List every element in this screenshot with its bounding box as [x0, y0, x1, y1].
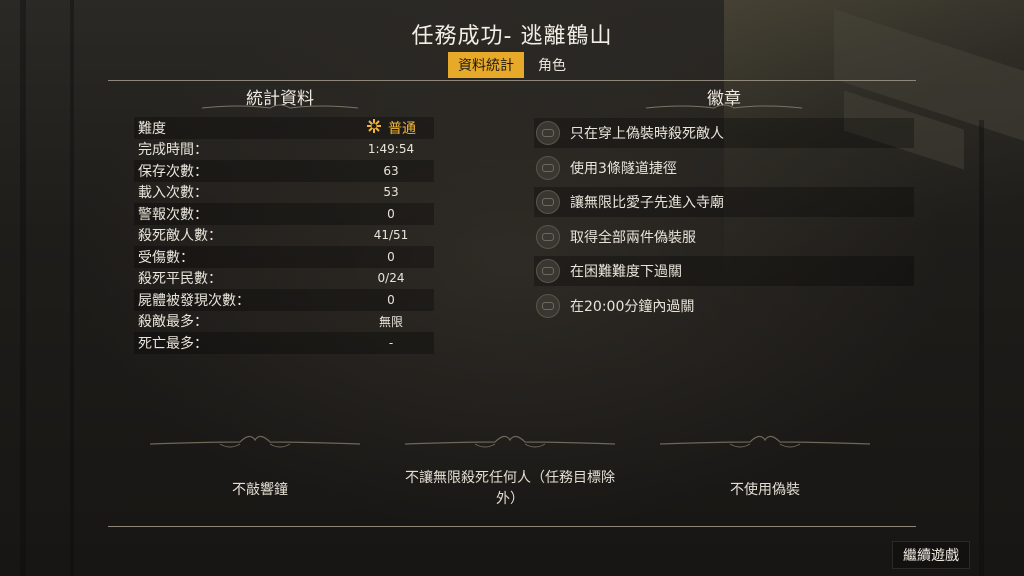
objective-text: 不敲響鐘	[232, 482, 288, 498]
stat-row: 完成時間： 1:49:54	[134, 139, 434, 161]
stat-value: -	[388, 335, 394, 350]
objective-text: 不讓無限殺死任何人（任務目標除外）	[405, 470, 615, 507]
stat-label: 保存次數：	[138, 163, 208, 180]
badge-item: 取得全部兩件偽裝服	[534, 222, 914, 252]
stat-label: 完成時間：	[138, 142, 208, 159]
background-tree	[979, 120, 984, 576]
stat-value: 63	[383, 163, 399, 178]
stat-value: 0/24	[377, 271, 405, 286]
stat-label: 屍體被發現次數：	[138, 292, 250, 309]
objective-ornament	[659, 428, 871, 458]
badge-label: 只在穿上偽裝時殺死敵人	[570, 126, 724, 142]
background-tree	[70, 0, 74, 576]
badge-label: 使用3條隧道捷徑	[570, 160, 677, 177]
badge-label: 在困難難度下過關	[570, 264, 682, 280]
badge-locked-icon	[536, 155, 560, 180]
stat-row: 警報次數： 0	[134, 203, 434, 225]
objective-text: 不使用偽裝	[730, 482, 800, 498]
stat-row: 殺死敵人數： 41/51	[134, 225, 434, 247]
stat-row: 殺死平民數： 0/24	[134, 268, 434, 290]
badge-locked-icon	[536, 190, 560, 214]
stat-label: 殺死敵人數：	[138, 228, 222, 245]
top-divider	[108, 80, 916, 81]
tab-character[interactable]: 角色	[528, 52, 576, 78]
tab-bar: 資料統計 角色	[0, 52, 1024, 78]
badge-item: 在20:00分鐘內過關	[534, 291, 914, 321]
difficulty-value: 普通	[388, 120, 416, 137]
badge-label: 取得全部兩件偽裝服	[570, 229, 696, 246]
page-title: 任務成功- 逃離鶴山	[411, 24, 613, 49]
stat-label: 受傷數：	[138, 249, 194, 266]
badge-locked-icon	[536, 224, 560, 249]
stat-label: 載入次數：	[138, 185, 208, 202]
bottom-divider	[108, 526, 916, 527]
stat-row: 殺敵最多： 無限	[134, 311, 434, 333]
stat-value: 0	[387, 206, 395, 221]
badge-item: 只在穿上偽裝時殺死敵人	[534, 118, 914, 148]
stats-heading-ornament	[200, 102, 360, 112]
tab-statistics[interactable]: 資料統計	[448, 52, 524, 78]
badge-label: 讓無限比愛子先進入寺廟	[570, 195, 724, 211]
stat-row: 死亡最多： -	[134, 332, 434, 354]
stat-label: 殺死平民數：	[138, 271, 222, 288]
stat-label: 警報次數：	[138, 206, 208, 223]
stat-value: 1:49:54	[367, 142, 415, 157]
badge-locked-icon	[536, 293, 560, 318]
badge-locked-icon	[536, 121, 560, 145]
difficulty-star-icon	[366, 118, 382, 138]
badge-item: 在困難難度下過關	[534, 256, 914, 286]
stat-value: 41/51	[373, 228, 409, 243]
stat-value: 0	[387, 249, 395, 264]
objective-ornament	[404, 428, 616, 458]
stat-value: 53	[383, 185, 399, 200]
stats-table: 難度 普通 完成時間： 1:49:54 保存次數： 63 載入次數： 53 警報次數：…	[134, 117, 434, 354]
stat-label: 殺敵最多：	[138, 314, 208, 331]
stat-row-difficulty: 難度 普通	[134, 117, 434, 139]
badges-list: 只在穿上偽裝時殺死敵人 使用3條隧道捷徑 讓無限比愛子先進入寺廟 取得全部兩件偽…	[534, 118, 914, 325]
stat-label: 難度	[138, 120, 166, 137]
badge-locked-icon	[536, 259, 560, 283]
stat-row: 受傷數： 0	[134, 246, 434, 268]
badge-label: 在20:00分鐘內過關	[570, 298, 695, 315]
stat-row: 載入次數： 53	[134, 182, 434, 204]
stat-value: 0	[387, 292, 395, 307]
badge-item: 讓無限比愛子先進入寺廟	[534, 187, 914, 217]
stat-label: 死亡最多：	[138, 335, 208, 352]
badges-heading-ornament	[644, 102, 804, 112]
stat-value: 無限	[378, 314, 403, 329]
background-tree	[20, 0, 26, 576]
badge-item: 使用3條隧道捷徑	[534, 153, 914, 183]
stat-row: 保存次數： 63	[134, 160, 434, 182]
stat-row: 屍體被發現次數： 0	[134, 289, 434, 311]
objective-ornament	[149, 428, 361, 458]
continue-button[interactable]: 繼續遊戲	[892, 541, 970, 569]
